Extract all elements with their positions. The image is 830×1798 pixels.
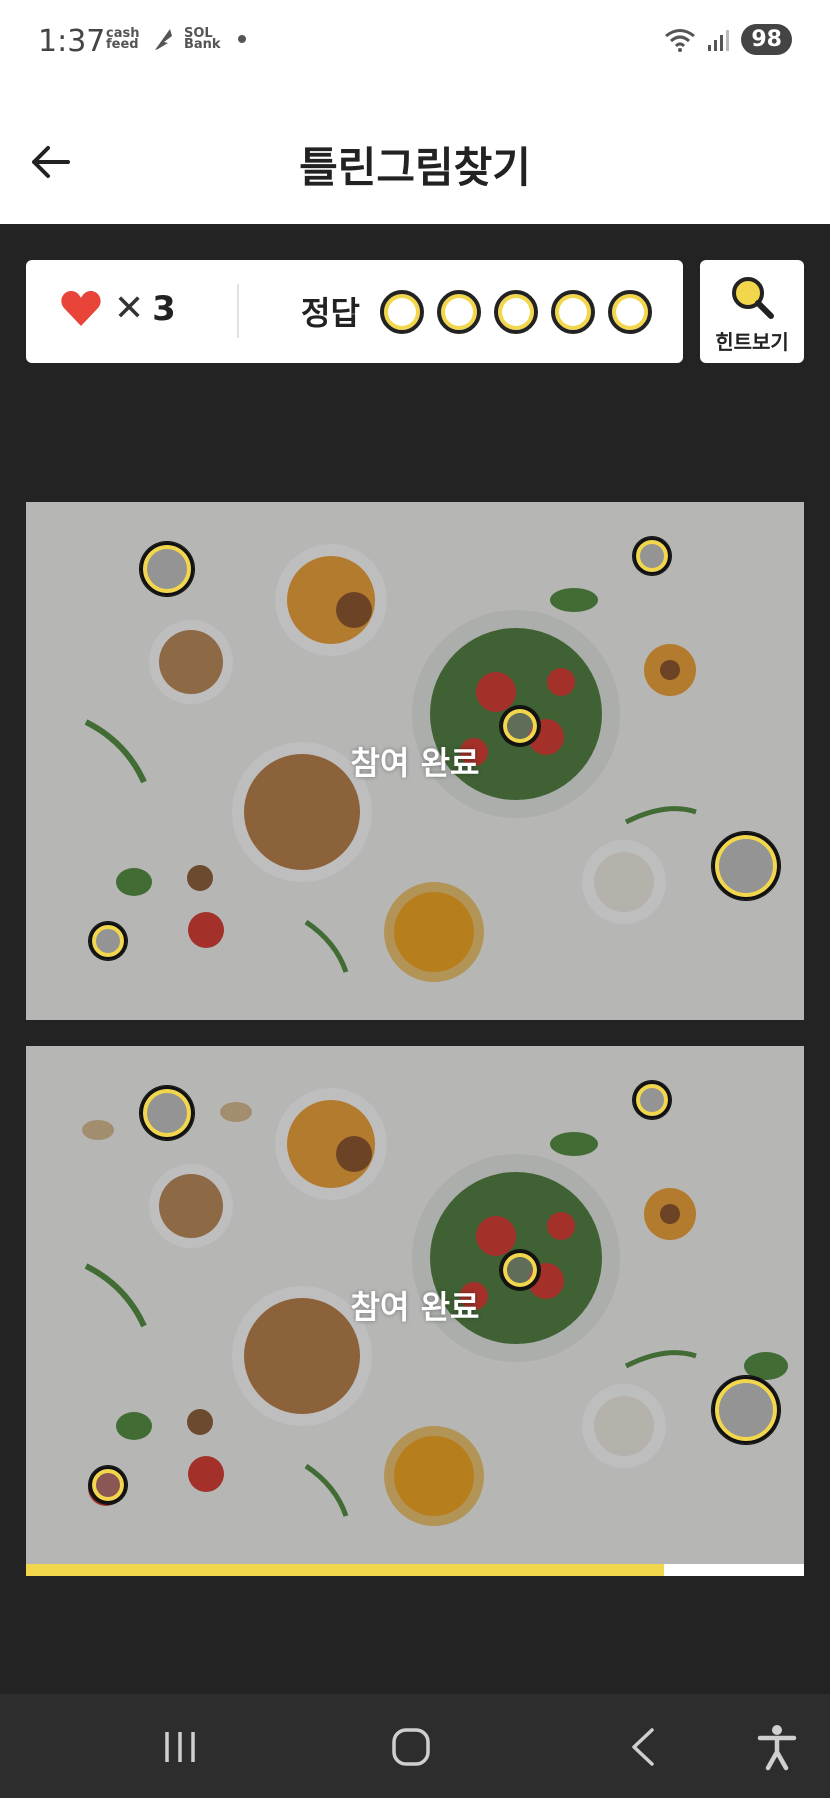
- modified-image-panel[interactable]: 참여 완료: [26, 1046, 804, 1564]
- recent-apps-icon: [165, 1732, 195, 1762]
- answer-slot: [551, 290, 595, 334]
- battery-level: 98: [741, 24, 792, 55]
- score-divider: [237, 284, 239, 338]
- hint-marker: [89, 1466, 127, 1504]
- home-icon: [392, 1728, 430, 1766]
- heart-icon: [61, 290, 101, 326]
- participation-complete-label: 참여 완료: [350, 1288, 480, 1326]
- time-progress-fill: [26, 1564, 664, 1576]
- lives-count: 3: [152, 288, 176, 329]
- status-time: 1:37: [38, 24, 106, 59]
- status-bar: 1:37 cash feed SOL Bank 98: [0, 0, 830, 82]
- time-progress-bar: [26, 1564, 804, 1576]
- hint-marker: [140, 542, 194, 596]
- lives-multiplier: ✕: [114, 288, 145, 329]
- notification-dot-icon: [238, 35, 246, 43]
- answer-slot: [437, 290, 481, 334]
- system-nav-bar: [0, 1694, 830, 1798]
- participation-complete-label: 참여 완료: [350, 744, 480, 782]
- back-chevron-icon: [632, 1728, 654, 1766]
- hint-marker: [712, 832, 780, 900]
- magnifier-icon: [732, 277, 774, 319]
- hint-marker: [140, 1086, 194, 1140]
- hint-marker: [712, 1376, 780, 1444]
- accessibility-icon: [757, 1725, 797, 1771]
- hint-label: 힌트보기: [715, 330, 789, 354]
- status-app-icons: cash feed SOL Bank: [106, 26, 246, 52]
- answer-label: 정답: [301, 294, 360, 332]
- lives-counter: ✕ 3: [60, 288, 176, 329]
- answer-slot: [608, 290, 652, 334]
- status-right: 98: [663, 24, 792, 55]
- answer-slot: [494, 290, 538, 334]
- signal-icon: [708, 29, 730, 51]
- hint-marker: [633, 537, 671, 575]
- recent-apps-button[interactable]: [155, 1722, 205, 1772]
- wifi-icon: [665, 28, 696, 52]
- original-image-panel[interactable]: 참여 완료: [26, 502, 804, 1020]
- answer-slot: [380, 290, 424, 334]
- cash-feed-icon: cash feed: [106, 26, 140, 52]
- hint-marker: [89, 922, 127, 960]
- system-back-button[interactable]: [620, 1722, 670, 1772]
- hint-button[interactable]: 힌트보기: [700, 260, 804, 363]
- home-button[interactable]: [386, 1722, 436, 1772]
- app-header: 틀린그림찾기: [0, 82, 830, 224]
- page-title: 틀린그림찾기: [299, 143, 531, 192]
- hint-marker: [633, 1081, 671, 1119]
- sol-bank-icon: SOL Bank: [184, 26, 221, 52]
- score-card: ✕ 3 정답: [26, 260, 683, 363]
- feather-icon: [155, 29, 172, 50]
- answer-slots: [380, 290, 652, 334]
- accessibility-button[interactable]: [752, 1722, 802, 1772]
